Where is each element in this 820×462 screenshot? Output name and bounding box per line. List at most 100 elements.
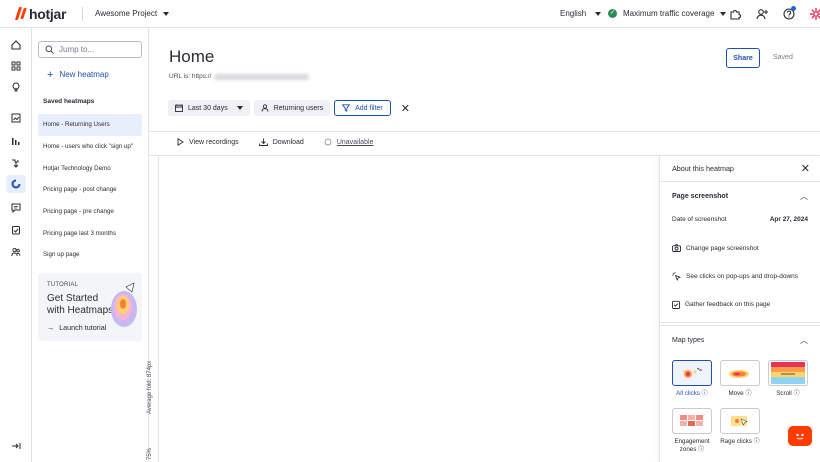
download-button[interactable]: Download — [258, 138, 304, 146]
view-recordings-button[interactable]: View recordings — [177, 138, 239, 146]
dashboard-icon[interactable] — [8, 58, 24, 74]
language-selector[interactable]: English — [560, 9, 602, 18]
saved-heatmaps-list: Home - Returning Users Home - users who c… — [38, 114, 142, 266]
gather-feedback-button[interactable]: Gather feedback on this page — [672, 300, 770, 309]
clipboard-icon — [672, 300, 680, 309]
launch-tutorial-link[interactable]: → Launch tutorial — [47, 323, 106, 332]
url-redacted — [214, 74, 310, 80]
users-icon[interactable] — [8, 244, 24, 260]
scroll-thumbnail — [768, 360, 808, 386]
saved-heatmap-item[interactable]: Pricing page last 3 months — [38, 222, 142, 244]
gather-feedback-label: Gather feedback on this page — [685, 301, 771, 308]
heatmaps-sidebar: + New heatmap Saved heatmaps Home - Retu… — [32, 28, 149, 462]
new-heatmap-button[interactable]: + New heatmap — [47, 68, 109, 81]
add-user-icon[interactable] — [753, 5, 771, 23]
map-type-all-clicks[interactable]: All clicks ⓘ — [672, 360, 712, 398]
saved-status: Saved — [773, 54, 793, 61]
calendar-icon — [175, 104, 183, 112]
engagement-zones-label: Engagement zones ⓘ — [674, 438, 710, 453]
help-icon[interactable] — [780, 5, 798, 23]
map-type-rage-clicks[interactable]: Rage clicks ⓘ — [720, 408, 760, 446]
circle-icon — [324, 138, 332, 146]
map-type-move[interactable]: Move ⓘ — [720, 360, 760, 398]
heatmap-canvas[interactable] — [149, 156, 659, 462]
saved-heatmap-item[interactable]: Hotjar Technology Demo — [38, 157, 142, 179]
heatmaps-icon[interactable] — [6, 175, 26, 193]
scroll-label: Scroll ⓘ — [776, 390, 800, 397]
divider — [82, 7, 83, 21]
share-button[interactable]: Share — [726, 48, 760, 68]
page-screenshot-heading: Page screenshot — [672, 193, 729, 200]
rage-clicks-thumbnail — [720, 408, 760, 434]
hotjar-face-icon — [796, 433, 804, 440]
expand-sidebar-icon[interactable] — [8, 438, 24, 454]
add-filter-label: Add filter — [355, 104, 383, 112]
screenshot-date-label: Date of screenshot — [672, 216, 727, 223]
trends-icon[interactable] — [8, 110, 24, 126]
chat-widget-button[interactable] — [788, 426, 812, 446]
launch-tutorial-label: Launch tutorial — [59, 323, 107, 332]
home-icon[interactable] — [8, 37, 24, 53]
engagement-zones-thumbnail — [672, 408, 712, 434]
main-content: Home URL is: https:// Share Saved Last 3… — [147, 28, 820, 462]
saved-heatmap-item[interactable]: Home - Returning Users — [38, 114, 142, 136]
play-icon — [177, 138, 184, 146]
map-type-scroll[interactable]: Scroll ⓘ — [768, 360, 808, 398]
lightbulb-icon[interactable] — [8, 79, 24, 95]
puzzle-icon[interactable] — [726, 5, 744, 23]
chevron-up-icon[interactable]: ︿ — [800, 191, 808, 202]
about-heatmap-panel: About this heatmap ✕ Page screenshot ︿ D… — [659, 156, 820, 462]
language-label: English — [560, 9, 587, 18]
saved-heatmap-item[interactable]: Pricing page - post change — [38, 179, 142, 201]
search-input[interactable] — [59, 45, 139, 54]
all-clicks-label: All clicks ⓘ — [676, 390, 708, 397]
tutorial-tag: TUTORIAL — [47, 282, 79, 288]
camera-icon — [672, 244, 681, 252]
date-range-filter[interactable]: Last 30 days — [168, 100, 250, 116]
download-label: Download — [272, 138, 304, 146]
clear-filters-icon[interactable]: ✕ — [401, 102, 410, 115]
page-url: URL is: https:// — [169, 73, 310, 80]
close-icon[interactable]: ✕ — [801, 162, 810, 175]
search-box[interactable] — [38, 41, 142, 58]
arrow-right-icon: → — [47, 323, 55, 332]
plus-icon: + — [47, 68, 54, 81]
change-screenshot-button[interactable]: Change page screenshot — [672, 244, 759, 252]
segment-filter[interactable]: Returning users — [253, 100, 331, 116]
panel-title: About this heatmap — [672, 164, 734, 173]
saved-heatmap-item[interactable]: Pricing page - pre change — [38, 201, 142, 223]
tutorial-title: Get Started with Heatmaps — [47, 293, 114, 316]
divider — [149, 131, 820, 132]
change-screenshot-label: Change page screenshot — [686, 244, 759, 252]
saved-heatmap-item[interactable]: Home - users who click "sign up" — [38, 136, 142, 158]
feedback-icon[interactable] — [8, 200, 24, 216]
divider — [660, 322, 820, 323]
unavailable-label: Unavailable — [336, 138, 374, 146]
surveys-icon[interactable] — [8, 222, 24, 238]
coverage-selector[interactable]: ✓ Maximum traffic coverage — [608, 9, 727, 18]
divider — [660, 181, 820, 182]
unavailable-toggle[interactable]: Unavailable — [324, 138, 374, 146]
funnel-icon[interactable] — [8, 155, 24, 171]
bar-chart-icon[interactable] — [8, 133, 24, 149]
logo-text: hotjar — [29, 6, 67, 22]
new-heatmap-label: New heatmap — [59, 70, 109, 79]
tutorial-card[interactable]: TUTORIAL Get Started with Heatmaps → Lau… — [38, 273, 142, 341]
url-prefix: URL is: https:// — [169, 73, 212, 80]
saved-heatmap-item[interactable]: Sign up page — [38, 244, 142, 266]
filter-bar: Last 30 days Returning users Add filter … — [168, 100, 410, 116]
project-selector[interactable]: Awesome Project — [95, 9, 170, 18]
user-avatar-icon[interactable] — [807, 5, 820, 23]
chevron-up-icon[interactable]: ︿ — [800, 335, 808, 346]
hotjar-logo[interactable]: hotjar — [16, 6, 66, 22]
fold-indicator: Average fold: 874px 75% — [147, 156, 159, 462]
divider — [660, 325, 820, 326]
popups-clicks-button[interactable]: See clicks on pop-ups and drop-downs — [672, 272, 798, 281]
top-bar: hotjar Awesome Project English ✓ Maximum… — [0, 0, 820, 28]
add-filter-button[interactable]: Add filter — [334, 100, 391, 116]
notification-dot — [791, 6, 796, 11]
move-thumbnail — [720, 360, 760, 386]
map-type-engagement-zones[interactable]: Engagement zones ⓘ — [672, 408, 712, 454]
filter-icon — [342, 104, 351, 112]
page-title: Home — [169, 47, 215, 66]
